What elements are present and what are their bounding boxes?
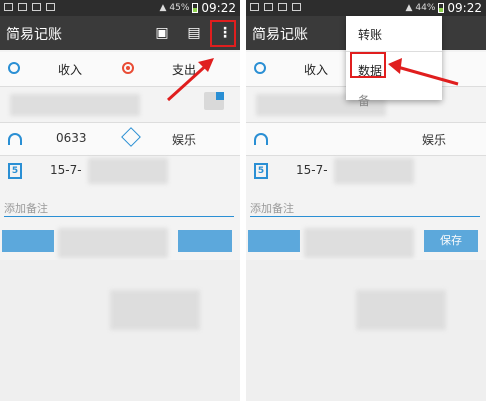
left-screenshot: ▲ 45% 09:22 简易记账 ▣ ▤ ⋮ 收入 支出 0633 娱乐 5 1…	[0, 0, 240, 401]
right-screenshot: ▲ 44% 09:22 简易记账 收入 娱乐 5 15-7- 添加备注 保存 转…	[246, 0, 486, 401]
red-arrow-right	[388, 58, 459, 86]
red-arrow-left	[166, 58, 214, 102]
